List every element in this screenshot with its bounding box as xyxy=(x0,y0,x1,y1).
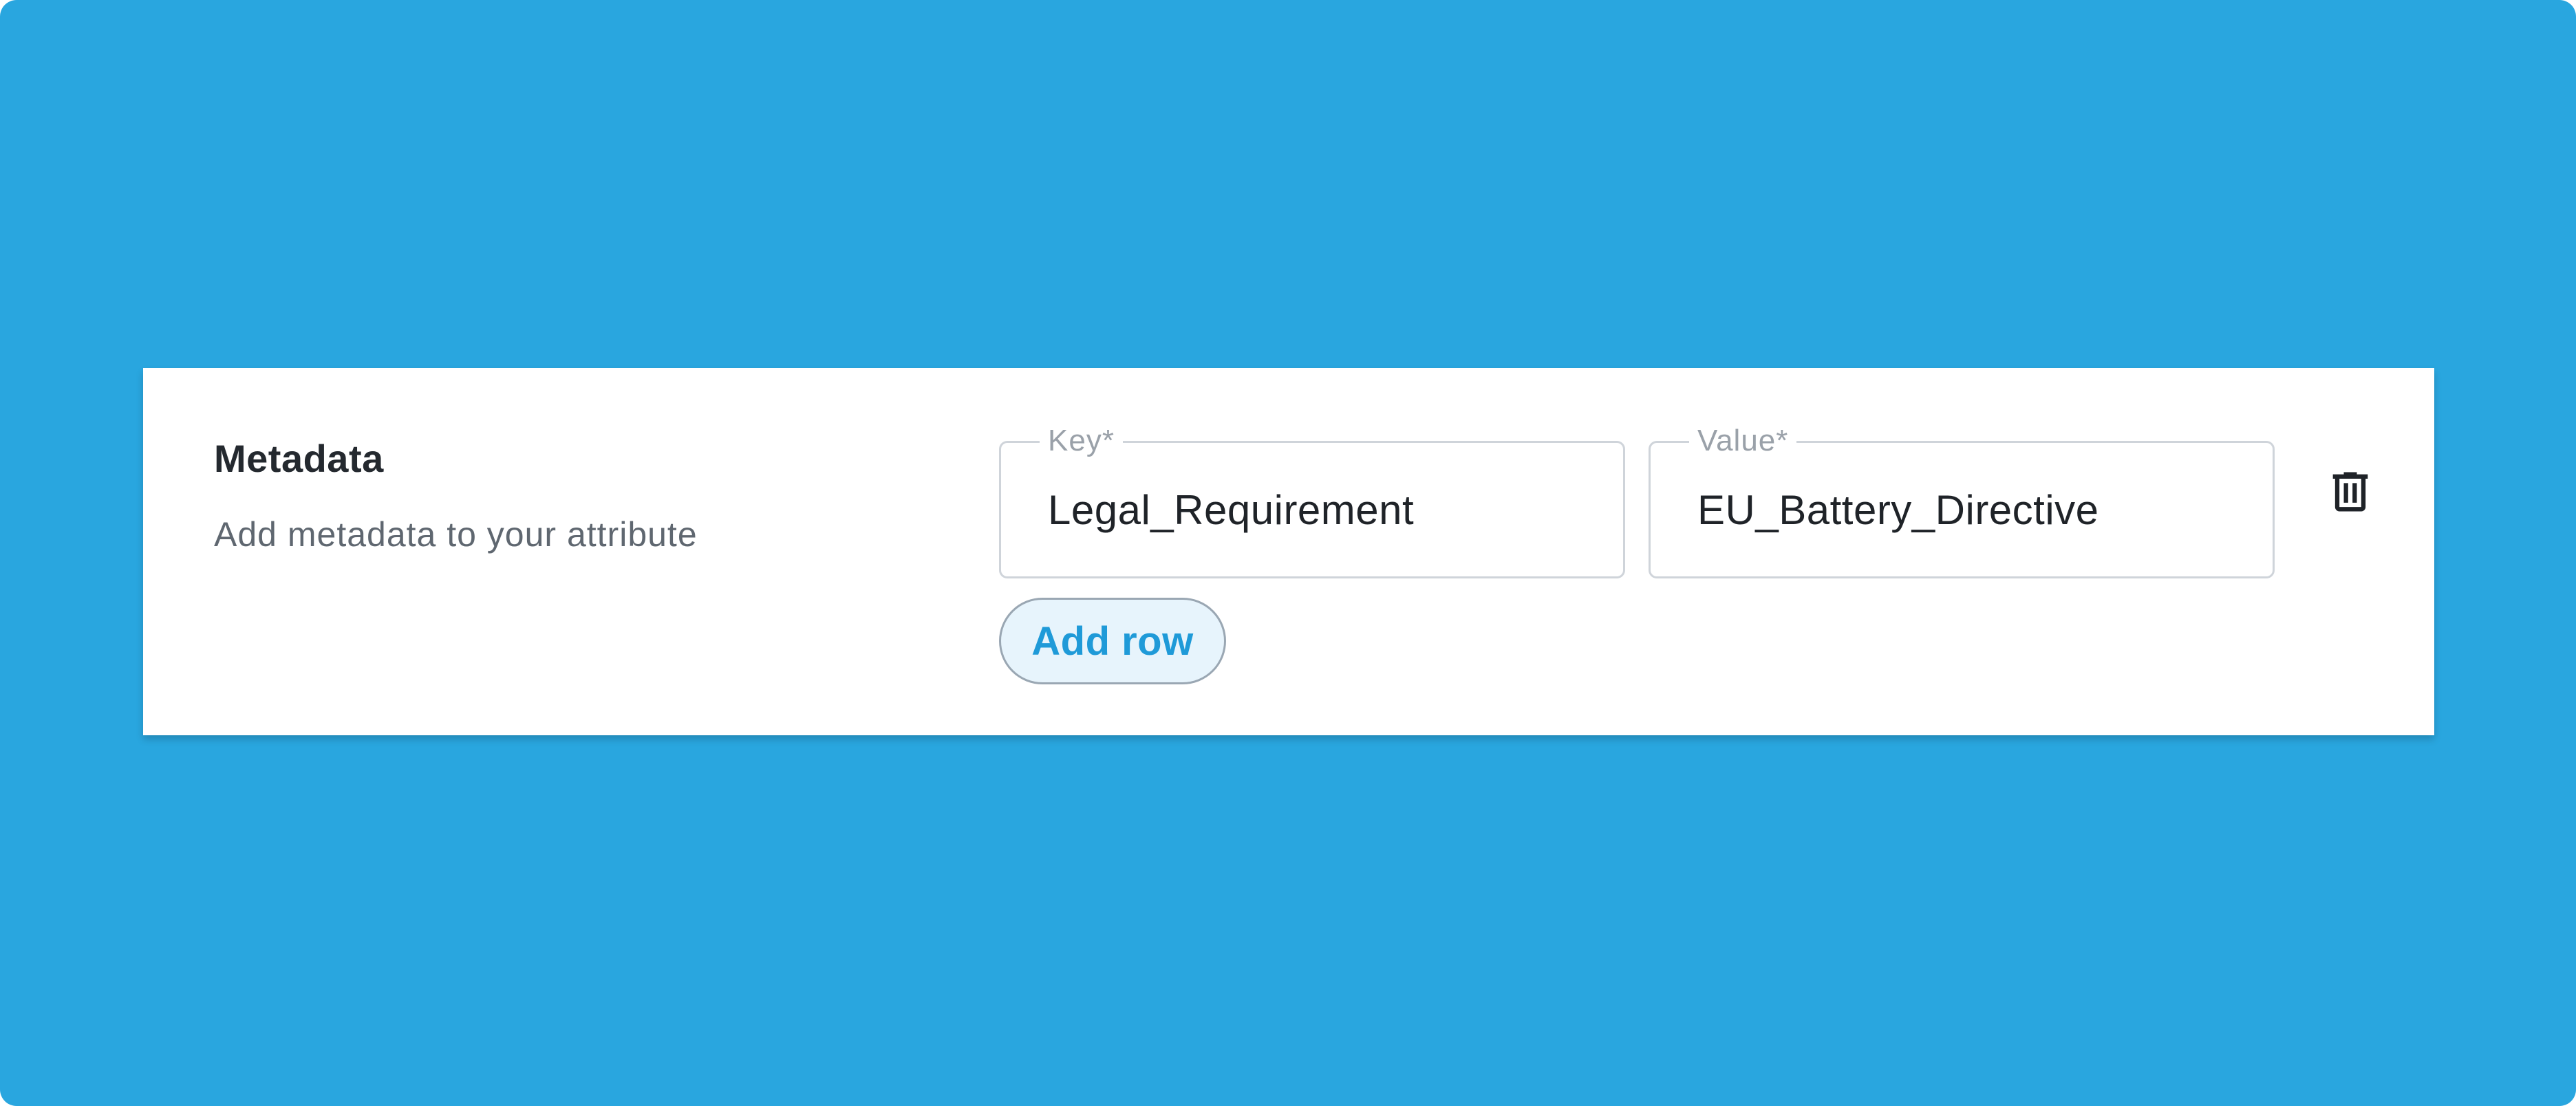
value-input[interactable] xyxy=(1651,443,2273,576)
add-row-button[interactable]: Add row xyxy=(999,598,1226,684)
metadata-card: Metadata Add metadata to your attribute … xyxy=(143,368,2434,735)
trash-icon xyxy=(2332,472,2368,512)
section-title: Metadata xyxy=(214,437,384,480)
key-input[interactable] xyxy=(1001,443,1623,576)
app-background: Metadata Add metadata to your attribute … xyxy=(0,0,2576,1106)
key-field[interactable]: Key* xyxy=(999,420,1625,578)
value-field[interactable]: Value* xyxy=(1649,420,2275,578)
section-description: Add metadata to your attribute xyxy=(214,515,698,554)
delete-row-button[interactable] xyxy=(2317,459,2383,525)
